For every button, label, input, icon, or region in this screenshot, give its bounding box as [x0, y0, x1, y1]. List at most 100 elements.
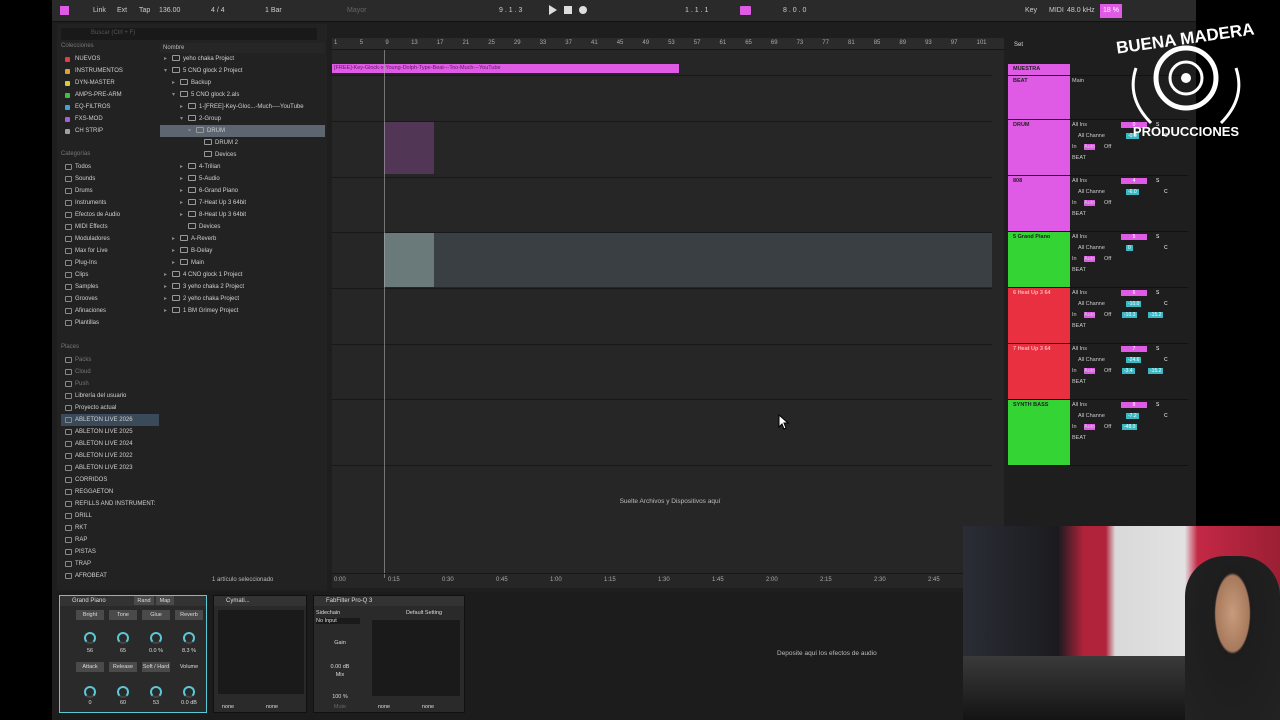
pan-value[interactable]: -6.0 — [1126, 189, 1139, 195]
input-channel-select[interactable]: All Channe — [1078, 357, 1105, 363]
loop-switch-icon[interactable] — [740, 6, 751, 15]
live-logo-icon[interactable] — [60, 6, 69, 15]
expand-arrow-icon[interactable]: ▸ — [164, 305, 172, 317]
volume-value[interactable]: -48.0 — [1122, 424, 1138, 430]
expand-arrow-icon[interactable]: ▸ — [180, 173, 188, 185]
map-button[interactable]: Map — [156, 596, 174, 605]
input-channel-select[interactable]: All Channe — [1078, 189, 1105, 195]
input-channel-select[interactable]: All Channe — [1078, 245, 1105, 251]
tree-item[interactable]: ▸ yeho chaka Project — [164, 53, 234, 65]
category-item[interactable]: Max for Live — [61, 245, 159, 257]
key-map-button[interactable]: Key — [1022, 4, 1040, 18]
volume-value[interactable]: -10.3 — [1122, 312, 1138, 318]
expand-arrow-icon[interactable]: ▾ — [188, 125, 196, 137]
monitor-off[interactable]: Off — [1104, 200, 1111, 206]
drum-clip[interactable] — [384, 122, 434, 174]
place-item[interactable]: REFILLS AND INSTRUMENT: — [61, 498, 159, 510]
place-item[interactable]: CORRIDOS — [61, 474, 159, 486]
macro-label[interactable]: Attack — [76, 662, 104, 672]
fabfilter-title[interactable]: FabFilter Pro-Q 3 — [314, 596, 464, 606]
macro-knob[interactable] — [84, 632, 96, 644]
track-name[interactable]: 5 Grand Piano — [1013, 234, 1050, 240]
track-color-strip[interactable] — [1008, 176, 1070, 231]
expand-arrow-icon[interactable]: ▸ — [180, 209, 188, 221]
place-item[interactable]: ABLETON LIVE 2022 — [61, 450, 159, 462]
place-item[interactable]: Proyecto actual — [61, 402, 159, 414]
expand-arrow-icon[interactable]: ▸ — [164, 293, 172, 305]
tree-item[interactable]: ▾ 5 CNO glock 2 Project — [164, 65, 242, 77]
output-select[interactable]: BEAT — [1072, 211, 1086, 217]
fabfilter-out1[interactable]: none — [370, 704, 398, 710]
tap-button[interactable]: Tap — [136, 4, 153, 18]
tree-item[interactable]: DRUM 2 — [196, 137, 238, 149]
expand-arrow-icon[interactable]: ▸ — [164, 281, 172, 293]
solo-button[interactable]: S — [1156, 234, 1159, 240]
input-type-select[interactable]: All Ins — [1072, 122, 1087, 128]
tree-item[interactable]: ▸ 3 yeho chaka 2 Project — [164, 281, 244, 293]
expand-arrow-icon[interactable]: ▸ — [180, 185, 188, 197]
expand-arrow-icon[interactable]: ▸ — [164, 53, 172, 65]
tree-item[interactable]: ▸ A-Reverb — [172, 233, 216, 245]
track-name[interactable]: SYNTH BASS — [1013, 402, 1048, 408]
cymatics-out1[interactable]: none — [214, 704, 242, 710]
track-name[interactable]: MUESTRA — [1013, 66, 1040, 72]
tempo-field[interactable]: 136.00 — [156, 4, 183, 18]
piano-clip[interactable] — [384, 233, 434, 287]
macro-label[interactable]: Soft / Hard — [142, 662, 170, 672]
monitor-auto[interactable]: Auto — [1084, 312, 1096, 318]
loop-length-field[interactable]: 8 . 0 . 0 — [780, 4, 809, 18]
monitor-auto[interactable]: Auto — [1084, 424, 1096, 430]
expand-arrow-icon[interactable]: ▸ — [180, 101, 188, 113]
monitor-in[interactable]: In — [1072, 424, 1077, 430]
track-number[interactable]: 7 — [1121, 346, 1147, 352]
quantize-select[interactable]: 1 Bar — [262, 4, 285, 18]
monitor-auto[interactable]: Auto — [1084, 200, 1096, 206]
track-number[interactable]: 6 — [1121, 290, 1147, 296]
pan-value[interactable]: 0 — [1126, 245, 1133, 251]
macro-label[interactable]: Reverb — [175, 610, 203, 620]
mix-value[interactable]: 100 % — [326, 694, 354, 700]
place-item[interactable]: REGGAETON — [61, 486, 159, 498]
mute-button[interactable]: Mute — [326, 704, 354, 710]
category-item[interactable]: Todos — [61, 161, 159, 173]
monitor-off[interactable]: Off — [1104, 424, 1111, 430]
category-item[interactable]: Grooves — [61, 293, 159, 305]
tree-item[interactable]: ▸ 1-[FREE]-Key-Gloc...-Much----YouTube — [180, 101, 304, 113]
input-channel-select[interactable]: All Channe — [1078, 301, 1105, 307]
monitor-in[interactable]: In — [1072, 200, 1077, 206]
place-item[interactable]: RKT — [61, 522, 159, 534]
tree-item[interactable]: Devices — [180, 221, 220, 233]
track-lane[interactable] — [332, 76, 992, 122]
place-item[interactable]: DRILL — [61, 510, 159, 522]
name-column-header[interactable]: Nombre — [160, 43, 325, 53]
tree-item[interactable]: ▾ 5 CNO glock 2.als — [172, 89, 239, 101]
track-name[interactable]: BEAT — [1013, 78, 1028, 84]
ext-button[interactable]: Ext — [114, 4, 130, 18]
output-select[interactable]: BEAT — [1072, 435, 1086, 441]
collection-item[interactable]: NUEVOS — [61, 53, 159, 65]
collection-item[interactable]: FXS-MOD — [61, 113, 159, 125]
place-item[interactable]: Push — [61, 378, 159, 390]
track-lane[interactable] — [332, 289, 992, 345]
category-item[interactable]: Plug-Ins — [61, 257, 159, 269]
place-item[interactable]: ABLETON LIVE 2023 — [61, 462, 159, 474]
macro-knob[interactable] — [150, 686, 162, 698]
collection-item[interactable]: AMPS-PRE-ARM — [61, 89, 159, 101]
solo-button[interactable]: S — [1156, 290, 1159, 296]
tree-item[interactable]: ▸ 1 BM Grimey Project — [164, 305, 238, 317]
place-item[interactable]: RAP — [61, 534, 159, 546]
place-item[interactable]: AFROBEAT — [61, 570, 159, 582]
set-button[interactable]: Set — [1014, 42, 1023, 48]
expand-arrow-icon[interactable]: ▸ — [172, 233, 180, 245]
input-type-select[interactable]: All Ins — [1072, 346, 1087, 352]
link-button[interactable]: Link — [90, 4, 109, 18]
category-item[interactable]: Afinaciones — [61, 305, 159, 317]
monitor-auto[interactable]: Auto — [1084, 144, 1096, 150]
track-lane[interactable] — [332, 400, 992, 466]
category-item[interactable]: Sounds — [61, 173, 159, 185]
track-header[interactable]: 5 Grand Piano All Ins All Channe In Auto Off B… — [1008, 232, 1188, 288]
track-lane[interactable] — [332, 345, 992, 400]
place-item[interactable]: ABLETON LIVE 2026 — [61, 414, 159, 426]
song-position-field[interactable]: 9 . 1 . 3 — [496, 4, 525, 18]
monitor-off[interactable]: Off — [1104, 256, 1111, 262]
